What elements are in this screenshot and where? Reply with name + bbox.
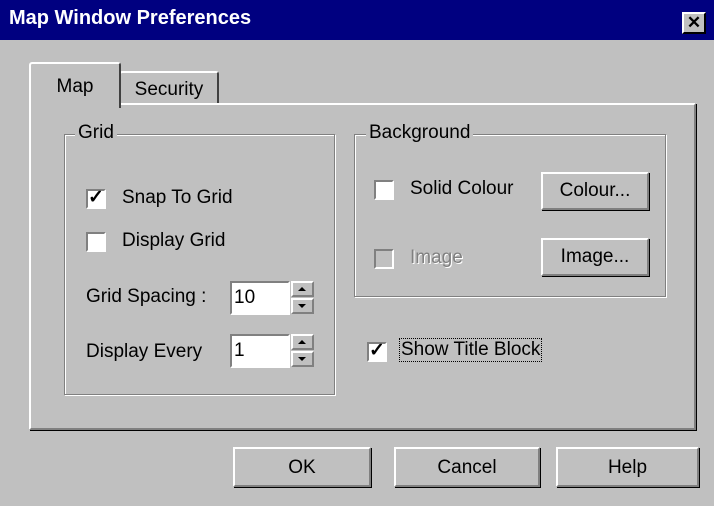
colour-button[interactable]: Colour... <box>541 172 649 210</box>
grid-spacing-down-button[interactable] <box>291 298 314 314</box>
solid-colour-checkbox[interactable] <box>374 180 394 200</box>
snap-to-grid-label[interactable]: Snap To Grid <box>122 187 233 209</box>
display-every-up-button[interactable] <box>291 334 314 350</box>
display-grid-label[interactable]: Display Grid <box>122 230 225 252</box>
tab-security-label: Security <box>134 79 204 100</box>
tab-map-label: Map <box>56 76 94 97</box>
solid-colour-label[interactable]: Solid Colour <box>410 178 514 200</box>
close-button[interactable]: ✕ <box>682 12 706 34</box>
grid-spacing-label: Grid Spacing : <box>86 286 207 307</box>
grid-group-label: Grid <box>75 122 117 144</box>
cancel-button[interactable]: Cancel <box>394 447 540 487</box>
show-title-block-checkbox[interactable]: ✓ <box>367 340 387 362</box>
help-button[interactable]: Help <box>556 447 699 487</box>
chevron-down-icon <box>298 357 306 361</box>
show-title-block-label[interactable]: Show Title Block <box>399 338 543 362</box>
grid-spacing-up-button[interactable] <box>291 281 314 297</box>
grid-spacing-input[interactable]: 10 <box>230 281 290 315</box>
tab-security[interactable]: Security <box>119 71 219 103</box>
chevron-up-icon <box>298 340 306 344</box>
display-every-down-button[interactable] <box>291 351 314 367</box>
snap-to-grid-checkbox[interactable]: ✓ <box>86 187 106 209</box>
close-icon: ✕ <box>686 13 702 32</box>
image-button[interactable]: Image... <box>541 238 649 276</box>
ok-button[interactable]: OK <box>233 447 371 487</box>
image-label[interactable]: Image <box>410 247 463 269</box>
display-every-input[interactable]: 1 <box>230 334 290 368</box>
display-grid-checkbox[interactable] <box>86 232 106 252</box>
chevron-up-icon <box>298 287 306 291</box>
window-title: Map Window Preferences <box>9 7 252 29</box>
display-every-label: Display Every <box>86 341 203 362</box>
chevron-down-icon <box>298 304 306 308</box>
check-icon: ✓ <box>88 187 104 208</box>
background-group-label: Background <box>366 122 474 144</box>
check-icon: ✓ <box>369 340 385 361</box>
image-checkbox[interactable] <box>374 249 394 269</box>
